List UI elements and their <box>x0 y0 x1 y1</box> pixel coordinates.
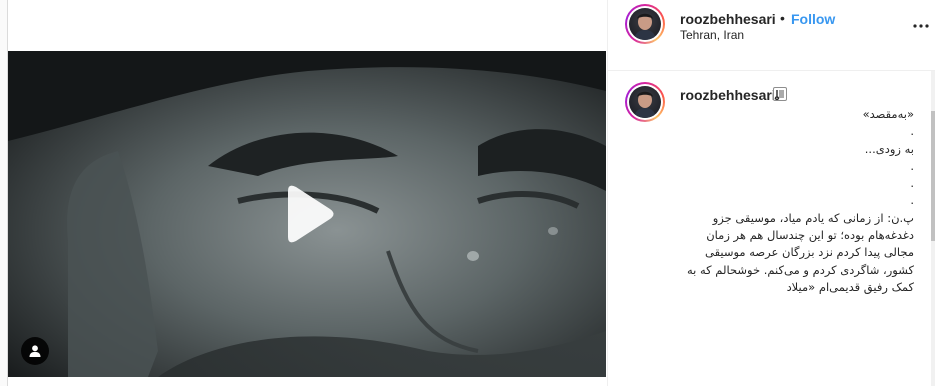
post-location[interactable]: Tehran, Iran <box>680 28 744 42</box>
caption-line: . <box>910 158 914 173</box>
caption-author-avatar[interactable] <box>625 82 665 122</box>
avatar-photo <box>634 91 656 118</box>
more-options-icon <box>913 24 929 28</box>
user-tag-button[interactable] <box>21 337 49 365</box>
caption-paragraph: پ.ن: از زمانی که یادم میاد، موسیقی جزو د… <box>686 210 914 294</box>
follow-button[interactable]: Follow <box>791 11 835 27</box>
caption-line: . <box>910 193 914 208</box>
separator-dot: • <box>780 10 785 26</box>
scrollbar-thumb[interactable] <box>931 111 935 241</box>
post-video[interactable] <box>8 51 606 377</box>
caption-line: . <box>910 124 914 139</box>
more-options-button[interactable] <box>911 16 931 36</box>
post-sidebar: roozbehhesari • Follow Tehran, Iran rooz… <box>607 0 935 386</box>
author-username[interactable]: roozbehhesari <box>680 11 776 27</box>
post-header: roozbehhesari • Follow Tehran, Iran <box>608 0 935 71</box>
caption-line: «به‌مقصد» <box>862 107 914 121</box>
caption-username[interactable]: roozbehhesari <box>680 87 776 103</box>
play-button[interactable] <box>260 169 350 259</box>
caption-line: . <box>910 176 914 191</box>
instagram-post: roozbehhesari • Follow Tehran, Iran rooz… <box>7 0 935 386</box>
caption-text: «به‌مقصد» . به زودی... . . . پ.ن: از زما… <box>680 106 914 296</box>
user-tag-icon <box>29 345 41 357</box>
caption-line: به زودی... <box>864 141 914 156</box>
music-note-icon <box>773 87 787 101</box>
avatar-photo <box>634 13 656 40</box>
author-avatar[interactable] <box>625 4 665 44</box>
play-icon <box>288 185 334 243</box>
comments-scrollbar[interactable] <box>931 71 935 386</box>
